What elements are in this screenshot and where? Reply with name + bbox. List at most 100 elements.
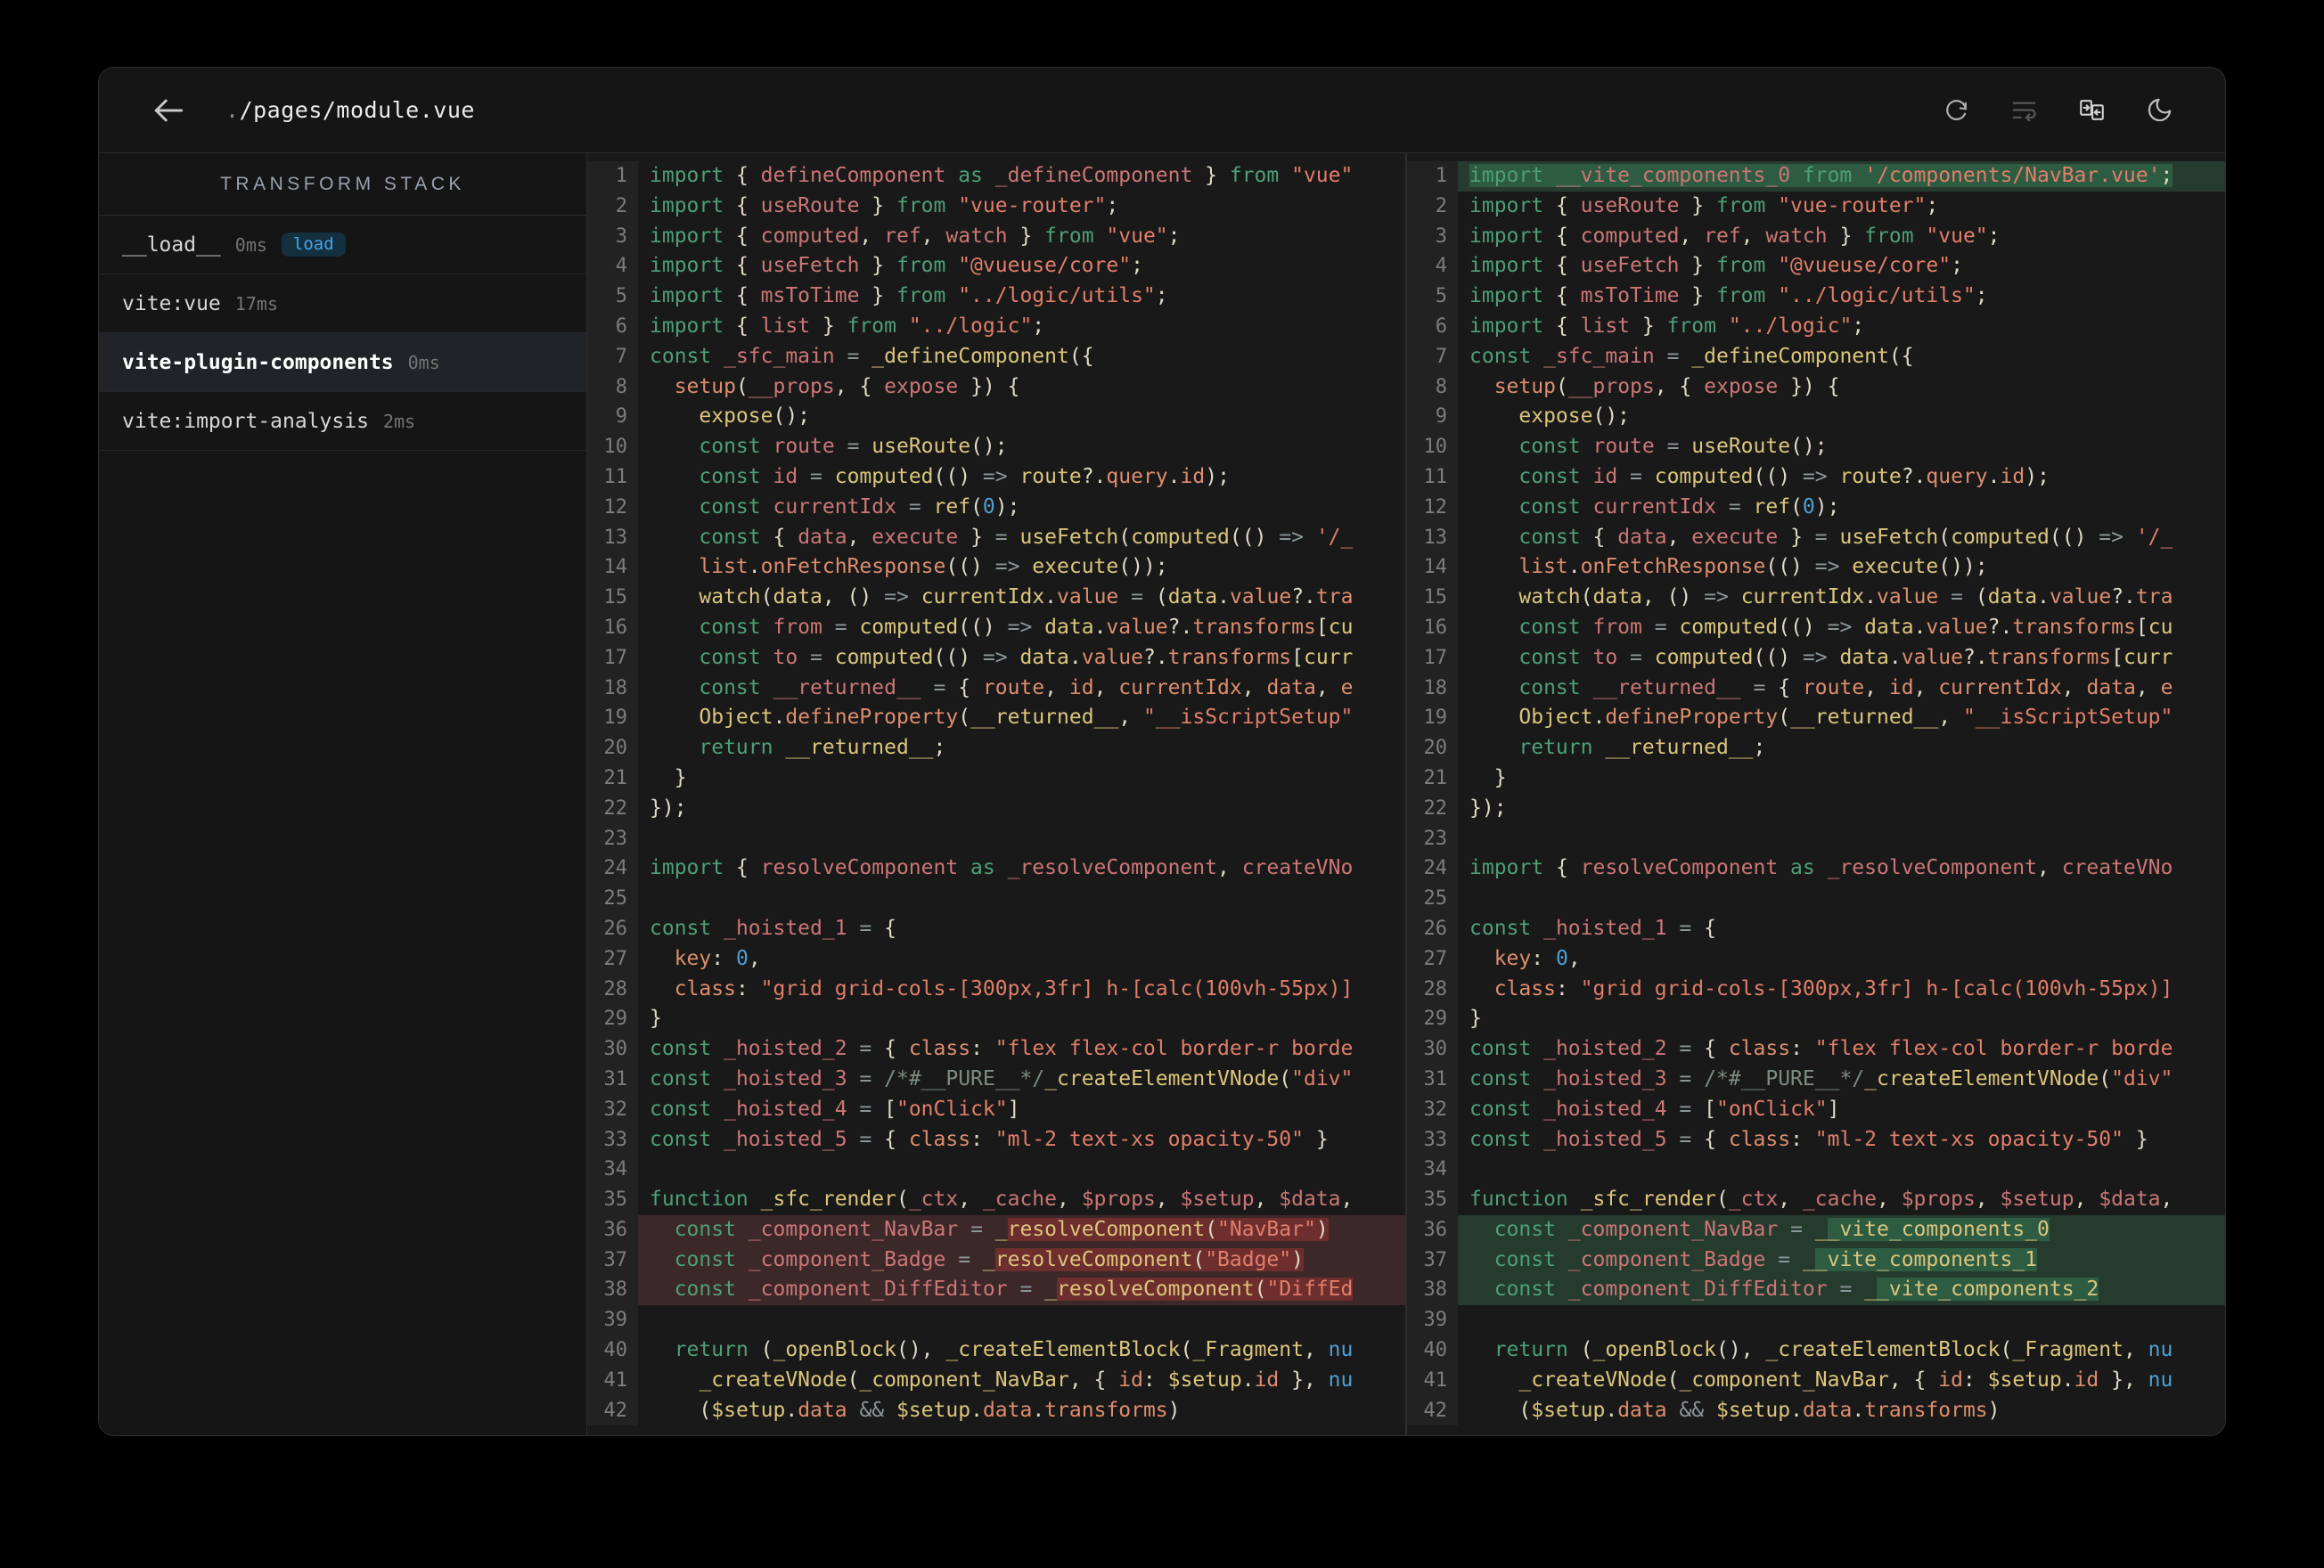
code-token: value [1057,585,1119,609]
code-token: && [1666,1398,1716,1422]
sidebar-item-vite-vue[interactable]: vite:vue 17ms [99,274,586,333]
code-token: ?. [1291,585,1316,609]
code-line: 15 watch(data, () => currentIdx.value = … [587,583,1405,613]
code-token: [ [872,1097,896,1121]
code-token: "DiffEd [1266,1278,1354,1302]
code-text: function _sfc_render(_ctx, _cache, $prop… [1458,1185,2225,1215]
code-token: class [1728,1127,1791,1151]
code-token: "../logic/utils" [945,284,1156,308]
code-token: : [970,1127,995,1151]
back-button[interactable] [149,91,188,130]
code-token: _ctx [908,1188,959,1212]
code-token: const [1518,464,1581,488]
code-text: const _component_NavBar = _resolveCompon… [638,1214,1405,1245]
code-token: computed [1580,224,1680,248]
side-by-side-toggle-button[interactable] [2075,94,2107,127]
code-token: , [2135,675,2161,699]
line-number: 11 [1407,461,1458,493]
code-pane-after[interactable]: 1 import __vite_components_0 from '/compo… [1407,153,2225,1435]
code-line: 32 const _hoisted_4 = ["onClick"] [587,1094,1405,1125]
code-token: setup [674,374,736,398]
code-token: => [982,645,1008,669]
sidebar-item-load[interactable]: __load__ 0ms load [99,216,586,274]
code-token: , [921,224,946,248]
code-token: list [1580,314,1631,338]
code-line: 2 import { useRoute } from "vue-router"; [587,191,1405,222]
code-token: const [699,615,761,639]
code-token: class [908,1037,971,1061]
code-token: _createElementVNode [1864,1066,2099,1090]
code-token: '/components/NavBar.vue' [1852,164,2161,187]
code-token: route [1802,675,1865,699]
code-token: useFetch [760,254,860,278]
code-token: => [1802,645,1828,669]
code-token: id [760,464,811,488]
code-token: ( [1555,374,1568,398]
code-pane-before[interactable]: 1 import { defineComponent as _defineComp… [587,153,1407,1435]
code-text: const from = computed(() => data.value?.… [1458,613,2225,643]
dark-mode-toggle-button[interactable] [2143,94,2175,127]
code-token: expose [884,374,959,398]
code-token: class [674,976,736,1000]
line-wrap-button[interactable] [2008,94,2040,127]
code-text: const _component_DiffEditor = __vite_com… [1458,1275,2225,1306]
code-token: from [760,615,835,639]
code-line: 24 import { resolveComponent as _resolveC… [1407,853,2225,885]
code-token: } [859,193,896,217]
code-token: transforms [1192,615,1316,639]
sidebar-item-vite-plugin-components[interactable]: vite-plugin-components 0ms [99,333,586,392]
code-token: { [1691,1127,1729,1151]
code-token: _createVNode [699,1368,847,1392]
code-token: ( [1567,1338,1593,1362]
line-number: 17 [1407,642,1458,674]
code-line: 6 import { list } from "../logic"; [587,311,1405,342]
code-line: 16 const from = computed(() => data.valu… [587,612,1405,643]
code-token: expose [699,404,773,429]
line-number: 35 [1407,1185,1458,1215]
code-token: = [1666,435,1680,459]
code-line: 15 watch(data, () => currentIdx.value = … [1407,583,2225,613]
code-text: const route = useRoute(); [638,432,1405,462]
line-number: 30 [587,1034,638,1065]
code-token: (); [773,404,811,429]
code-token: ( [760,585,773,609]
code-token: 0 [982,494,995,519]
code-token: data [2086,675,2136,699]
code-token: [ [1291,645,1305,669]
code-token: "__isScriptSetup" [1142,706,1354,730]
code-token: (() [958,615,1008,639]
code-token: "div" [1291,1066,1354,1090]
code-token: , [1118,706,1143,730]
code-token: _createVNode [1518,1368,1667,1392]
code-token: ); [1205,464,1230,488]
line-number: 2 [587,191,638,222]
code-line: 1 import { defineComponent as _defineComp… [587,161,1405,192]
plugin-name: vite-plugin-components [122,350,394,374]
code-token: } [1679,284,1716,308]
code-token: as [1778,856,1828,880]
sidebar-item-vite-import-analysis[interactable]: vite:import-analysis 2ms [99,392,586,451]
code-token: _createElementBlock [1765,1338,2001,1362]
code-token: ) [1315,1217,1329,1241]
code-token: data [1167,585,1218,609]
code-text: import { list } from "../logic"; [638,312,1405,342]
code-token: from [896,254,946,278]
code-token: = [908,494,921,519]
code-token: , [1315,675,1341,699]
code-token: ( [1975,585,1988,609]
refresh-button[interactable] [1940,94,1972,127]
code-text: const { data, execute } = useFetch(compu… [1458,523,2225,553]
code-token: import [1469,856,1544,880]
code-token: $setup [1531,1398,1606,1422]
code-line: 36 const _component_NavBar = _resolveCom… [587,1214,1405,1245]
code-line: 29} [1407,1004,2225,1035]
line-number: 37 [1407,1245,1458,1276]
code-token: function [1469,1188,1568,1212]
line-number: 14 [1407,552,1458,584]
